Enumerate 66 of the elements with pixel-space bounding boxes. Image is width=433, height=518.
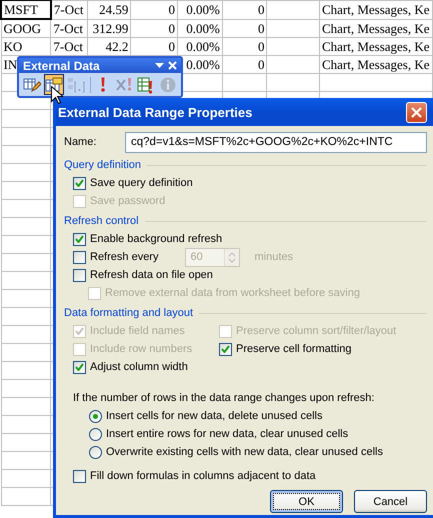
table-pencil-icon: [23, 76, 41, 94]
radio-label: Overwrite existing cells with new data, clear unused cells: [106, 446, 383, 458]
table-cell: 0: [222, 38, 267, 56]
cross-exclamation-icon: [115, 76, 133, 94]
sheet-exclamation-icon: [137, 76, 155, 94]
checkbox-label: Refresh every: [90, 251, 158, 263]
brackets-icon: [67, 76, 85, 94]
checkbox-label: Preserve column sort/filter/layout: [236, 325, 396, 337]
radio-label: Insert cells for new data, delete unused cells: [106, 410, 322, 422]
section-heading: Refresh control: [64, 215, 139, 227]
close-icon: [168, 61, 177, 70]
table-cell: 0: [222, 56, 267, 74]
radio-label: Insert entire rows for new data, clear unused cells: [106, 428, 348, 440]
checkbox[interactable]: [219, 342, 232, 356]
cursor-icon: [51, 86, 63, 104]
table-cell: Chart, Messages, Ke: [319, 38, 432, 56]
table-cell: MSFT: [1, 0, 51, 19]
table-cell: 0.00%: [177, 38, 222, 56]
table-cell: 0: [222, 0, 267, 19]
checkbox-label: Fill down formulas in columns adjacent to data: [90, 470, 316, 482]
checkbox-label: Enable background refresh: [90, 233, 222, 245]
table-cell: Chart, Messages, Ke: [319, 56, 432, 74]
checkbox[interactable]: [73, 268, 86, 282]
checkbox[interactable]: [73, 250, 86, 264]
checkbox-label: Preserve cell formatting: [236, 343, 352, 355]
checkbox[interactable]: [73, 176, 86, 190]
table-cell: 0: [130, 0, 178, 19]
table-cell: 0.00%: [177, 19, 222, 38]
table-cell: 7-Oct: [50, 0, 88, 19]
table-cell: 7-Oct: [50, 19, 88, 38]
section-heading: Data formatting and layout: [64, 307, 194, 319]
checkbox-label: Include row numbers: [90, 343, 192, 355]
info-icon: [159, 76, 177, 94]
table-cell: Chart, Messages, Ke: [319, 19, 432, 38]
field-label: Name:: [64, 136, 98, 148]
radio-button[interactable]: [89, 428, 102, 440]
checkbox-label: Adjust column width: [90, 361, 188, 373]
close-icon: [411, 106, 422, 118]
table-cell: 312.99: [88, 19, 131, 38]
dropdown-icon: [155, 62, 164, 68]
checkbox[interactable]: [73, 470, 86, 482]
checkbox-label: Remove external data from worksheet before saving: [105, 287, 360, 299]
checkbox[interactable]: [73, 360, 86, 374]
table-cell: Chart, Messages, Ke: [319, 0, 432, 19]
table-cell: 24.59: [88, 0, 131, 19]
table-cell: 0.00%: [177, 0, 222, 19]
table-cell: 0: [222, 19, 267, 38]
checkbox[interactable]: [73, 232, 86, 246]
radio-button[interactable]: [89, 446, 102, 458]
cancel-button[interactable]: Cancel: [354, 490, 427, 513]
radio-button[interactable]: [89, 410, 102, 422]
checkbox-label: Save query definition: [90, 177, 193, 189]
close-button[interactable]: [406, 102, 427, 122]
table-card-icon: [45, 76, 63, 94]
unit-label: minutes: [254, 251, 294, 263]
exclamation-icon: [101, 77, 106, 92]
dialog-title: External Data Range Properties: [58, 104, 254, 120]
checkbox-label: Include field names: [90, 325, 185, 337]
checkbox-label: Save password: [90, 195, 166, 207]
ok-button[interactable]: OK: [270, 490, 343, 513]
section-heading: Query definition: [64, 159, 142, 171]
question-text: If the number of rows in the data range changes upon refresh:: [73, 391, 376, 406]
checkbox-label: Refresh data on file open: [90, 269, 213, 281]
table-cell: 0: [130, 19, 178, 38]
name-field[interactable]: cq?d=v1&s=MSFT%2c+GOOG%2c+KO%2c+INTC: [125, 132, 427, 152]
table-cell: GOOG: [1, 19, 51, 38]
